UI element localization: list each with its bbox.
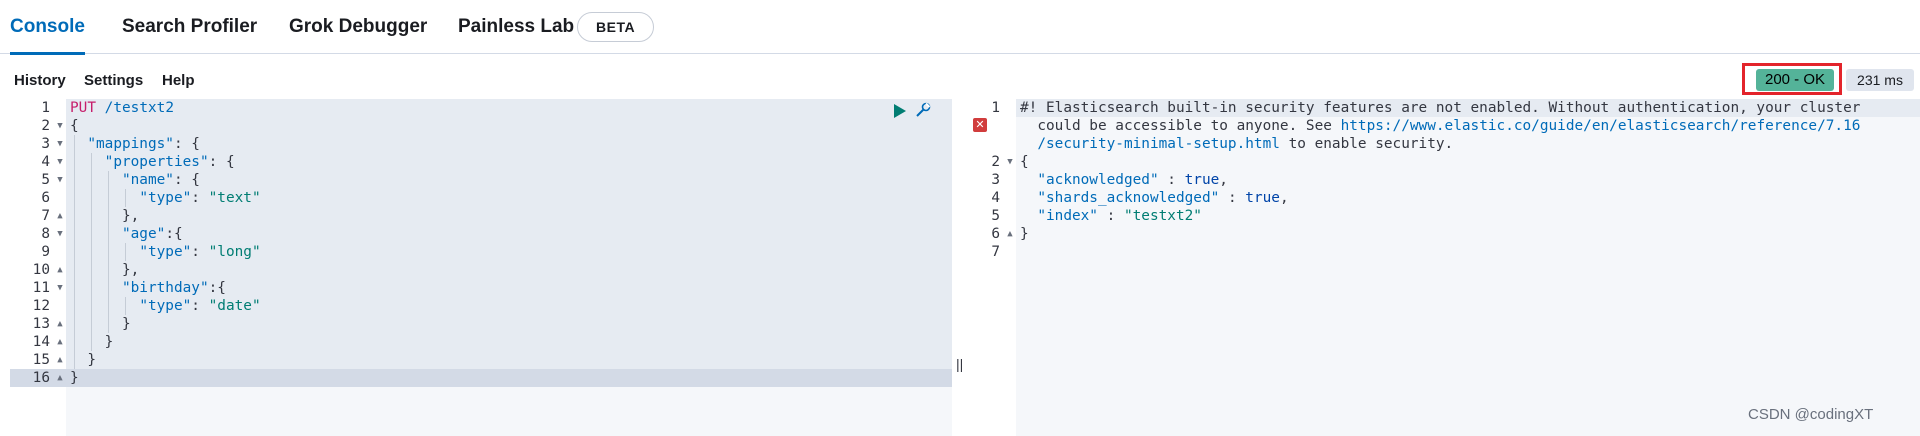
watermark: CSDN @codingXT xyxy=(1748,406,1874,423)
fold-open-icon[interactable]: ▼ xyxy=(1004,153,1016,171)
fold-close-icon[interactable]: ▲ xyxy=(1004,225,1016,243)
line-number: 1 xyxy=(41,100,50,116)
beta-badge: BETA xyxy=(577,12,655,42)
response-line: } xyxy=(1020,226,1029,242)
line-number: 6 xyxy=(41,190,50,206)
warning-comment-line: /security-minimal-setup.html to enable s… xyxy=(1037,136,1454,152)
code-line: }, xyxy=(70,262,140,278)
code-line: } xyxy=(70,334,114,350)
fold-close-icon[interactable]: ▲ xyxy=(54,333,66,351)
line-number: 4 xyxy=(991,190,1000,206)
code-line: "type": "text" xyxy=(139,190,261,206)
tab-painless-lab[interactable]: Painless Lab xyxy=(458,0,574,54)
pane-splitter[interactable]: || xyxy=(956,356,963,372)
fold-close-icon[interactable]: ▲ xyxy=(54,207,66,225)
warning-comment-line: #! Elasticsearch built-in security featu… xyxy=(1020,100,1861,116)
line-number xyxy=(968,117,1016,135)
code-line: "name": { xyxy=(121,172,200,188)
active-line-highlight xyxy=(10,369,952,387)
code-line: { xyxy=(70,118,79,134)
code-line: "type": "long" xyxy=(139,244,261,260)
help-button[interactable]: Help xyxy=(162,72,195,89)
code-line: "type": "date" xyxy=(139,298,261,314)
line-number: 7 xyxy=(991,244,1000,260)
status-badge: 200 - OK xyxy=(1756,69,1834,91)
fold-open-icon[interactable]: ▼ xyxy=(54,171,66,189)
console-toolbar: History Settings Help 200 - OK 231 ms xyxy=(0,55,1920,99)
warning-comment-line: could be accessible to anyone. See https… xyxy=(1020,118,1861,134)
play-icon[interactable] xyxy=(894,104,906,118)
code-line: "age":{ xyxy=(121,226,183,242)
response-line: "index" : "testxt2" xyxy=(1037,208,1202,224)
fold-close-icon[interactable]: ▲ xyxy=(54,315,66,333)
fold-open-icon[interactable]: ▼ xyxy=(54,117,66,135)
fold-close-icon[interactable]: ▲ xyxy=(54,261,66,279)
code-line: }, xyxy=(70,208,140,224)
tab-console[interactable]: Console xyxy=(10,0,85,55)
line-number: 9 xyxy=(41,244,50,260)
request-time-badge: 231 ms xyxy=(1846,69,1914,91)
fold-open-icon[interactable]: ▼ xyxy=(54,225,66,243)
line-number: 5 xyxy=(991,208,1000,224)
response-line: "acknowledged" : true, xyxy=(1037,172,1228,188)
response-editor: ✕ 1 2 ▼ 3 4 5 6 ▲ 7 #! Elasticsearch built-in se… xyxy=(968,99,1920,436)
fold-open-icon[interactable]: ▼ xyxy=(54,135,66,153)
fold-close-icon[interactable]: ▲ xyxy=(54,369,66,387)
code-line: "birthday":{ xyxy=(121,280,226,296)
line-number: 12 xyxy=(32,298,50,314)
line-number: 3 xyxy=(991,172,1000,188)
code-line: } xyxy=(70,316,131,332)
code-line: "properties": { xyxy=(104,154,235,170)
wrench-icon[interactable] xyxy=(914,101,932,119)
line-number xyxy=(968,135,1016,153)
request-editor[interactable]: 1 2 ▼ 3 ▼ 4 ▼ 5 ▼ 6 7 ▲ 8 ▼ 9 10 ▲ 11 ▼ 12 13 ▲ 14 ▲ 15 ▲ 16 ▲ PUT … xyxy=(10,99,952,436)
code-line: PUT /testxt2 xyxy=(70,100,174,116)
fold-close-icon[interactable]: ▲ xyxy=(54,351,66,369)
code-line: } xyxy=(70,352,96,368)
response-line: "shards_acknowledged" : true, xyxy=(1037,190,1289,206)
code-line: "mappings": { xyxy=(87,136,200,152)
tab-bar: Console Search Profiler Grok Debugger Pa… xyxy=(0,0,1920,55)
code-line: } xyxy=(70,370,79,386)
fold-open-icon[interactable]: ▼ xyxy=(54,279,66,297)
settings-button[interactable]: Settings xyxy=(84,72,143,89)
tab-search-profiler[interactable]: Search Profiler xyxy=(122,0,257,54)
tab-grok-debugger[interactable]: Grok Debugger xyxy=(289,0,427,54)
fold-open-icon[interactable]: ▼ xyxy=(54,153,66,171)
line-number: 1 xyxy=(991,100,1000,116)
history-button[interactable]: History xyxy=(14,72,66,89)
response-line: { xyxy=(1020,154,1029,170)
